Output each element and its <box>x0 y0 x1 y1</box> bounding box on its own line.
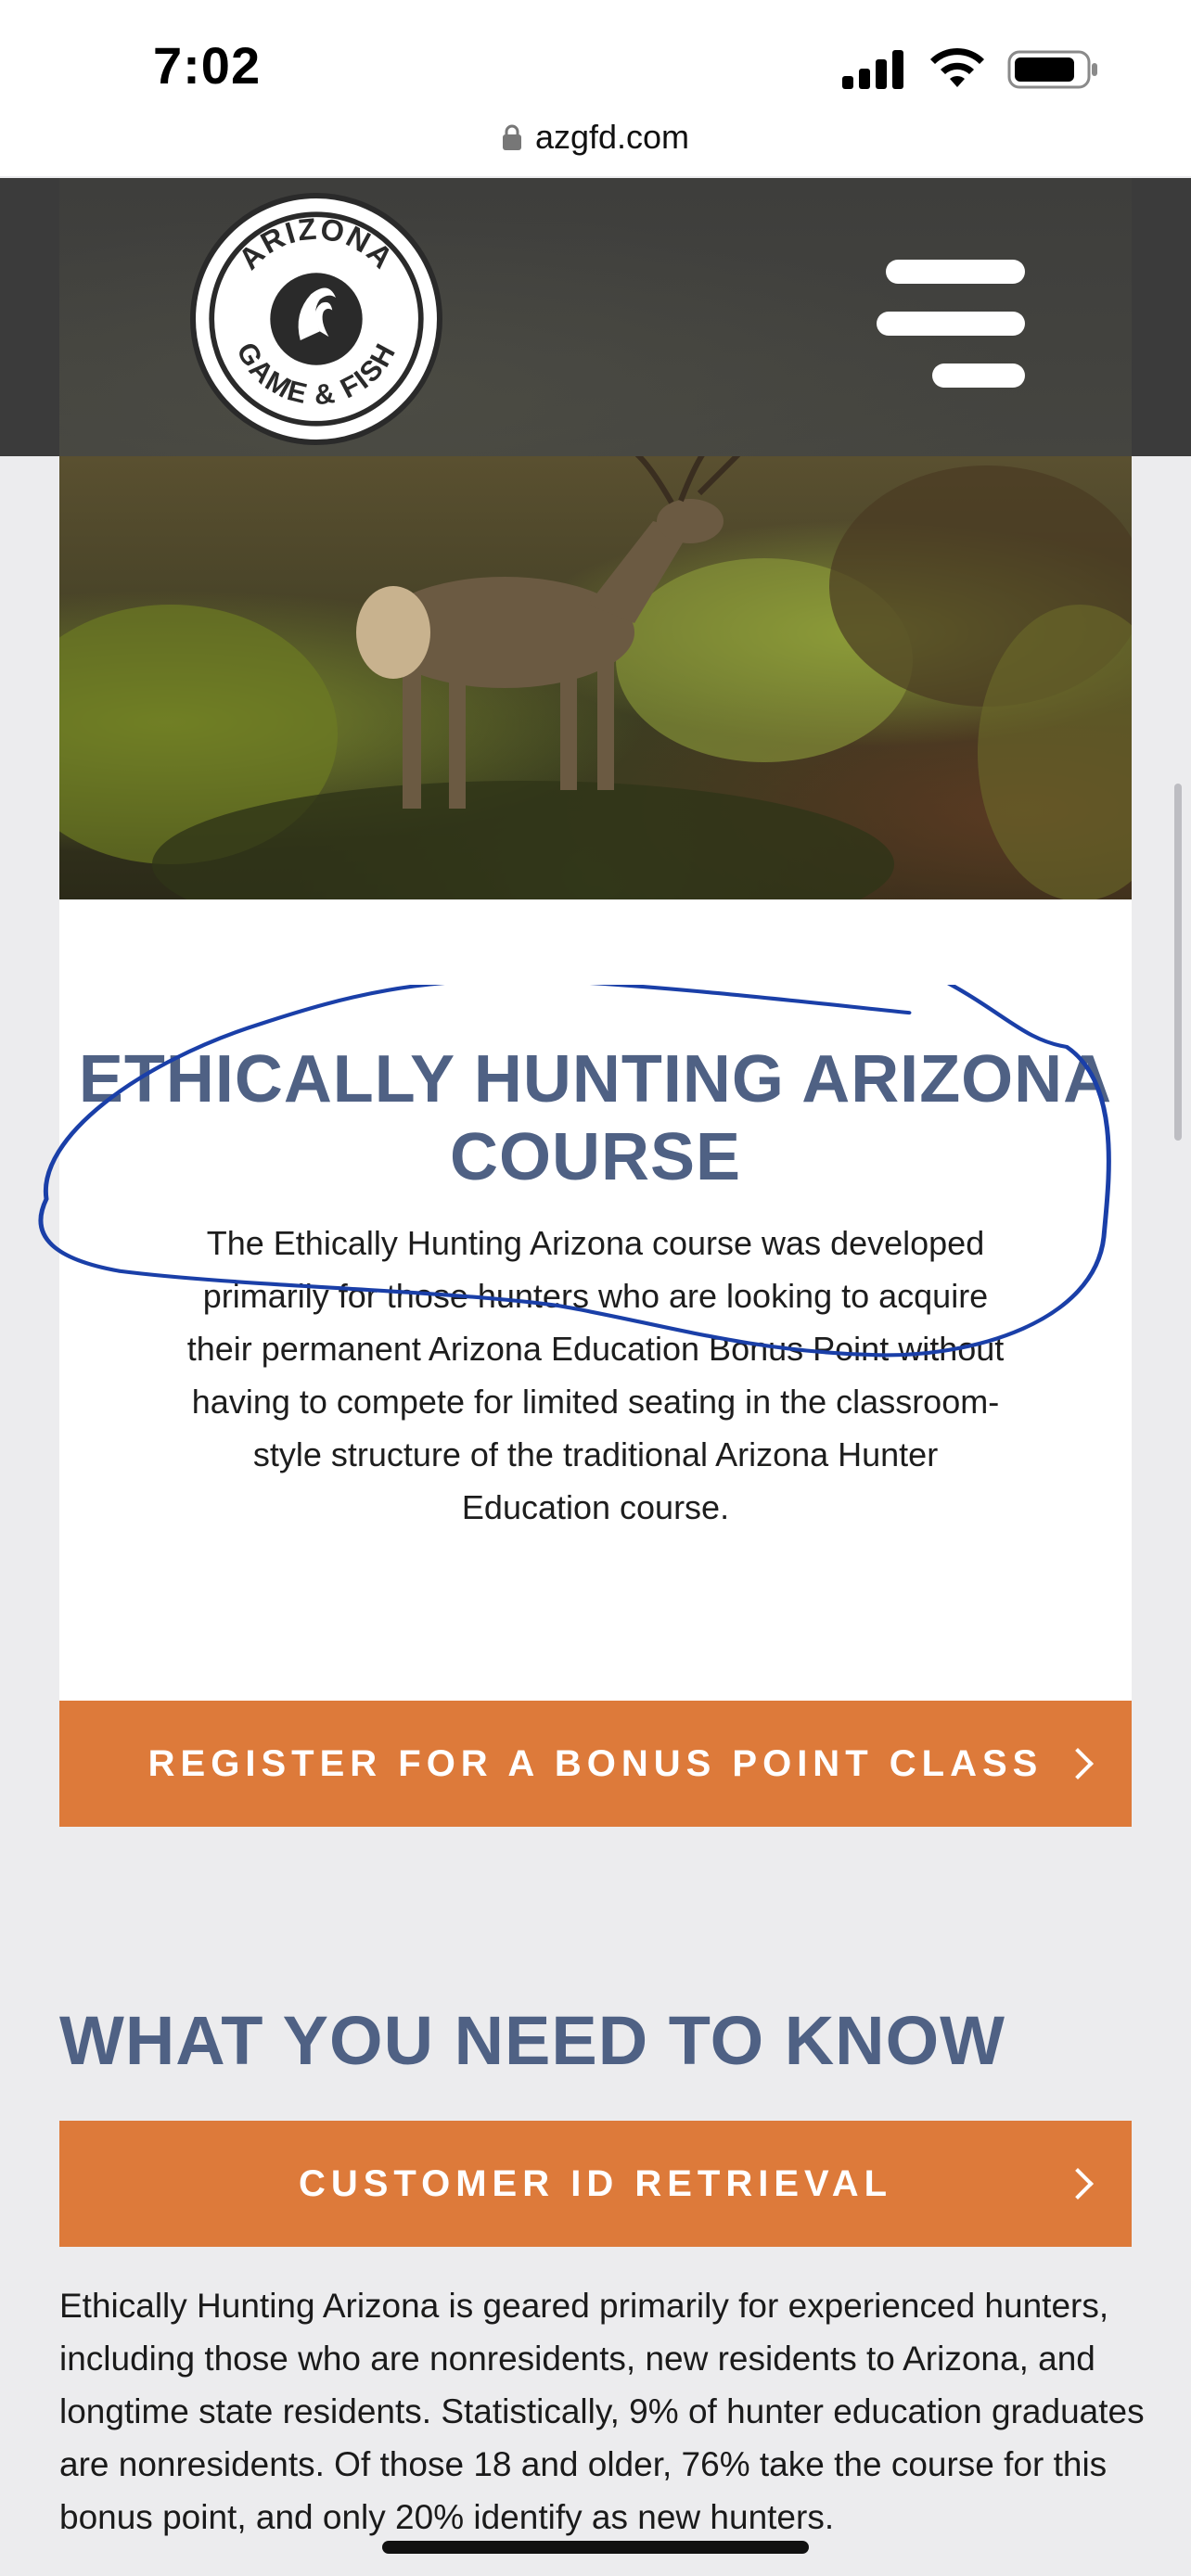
section-heading: WHAT YOU NEED TO KNOW <box>59 2002 1005 2079</box>
wifi-icon <box>930 47 984 87</box>
battery-icon <box>1007 50 1097 89</box>
home-indicator[interactable] <box>382 2541 809 2554</box>
register-bonus-point-button[interactable]: REGISTER FOR A BONUS POINT CLASS <box>59 1701 1132 1827</box>
chevron-right-icon <box>1062 2168 1094 2200</box>
signal-icon <box>842 48 905 89</box>
status-time: 7:02 <box>153 36 262 95</box>
course-title: ETHICALLY HUNTING ARIZONA COURSE <box>78 1042 1113 1194</box>
course-card: ETHICALLY HUNTING ARIZONA COURSE The Eth… <box>38 456 1132 1827</box>
customer-id-retrieval-button[interactable]: CUSTOMER ID RETRIEVAL <box>59 2121 1132 2247</box>
info-paragraph: Ethically Hunting Arizona is geared prim… <box>59 2287 1145 2536</box>
course-description: The Ethically Hunting Arizona course was… <box>186 1224 1005 1526</box>
scrollbar[interactable] <box>1174 784 1182 1141</box>
hero-deer-photo <box>59 456 1132 899</box>
url-text: azgfd.com <box>534 118 690 156</box>
hamburger-menu-icon[interactable] <box>877 260 1025 389</box>
status-icons <box>842 46 1102 93</box>
address-bar[interactable]: azgfd.com <box>0 109 1191 165</box>
chevron-right-icon <box>1062 1748 1094 1779</box>
arizona-game-fish-logo[interactable]: ARIZONA GAME & FISH <box>190 193 442 445</box>
register-button-label: REGISTER FOR A BONUS POINT CLASS <box>147 1742 1044 1784</box>
customer-id-button-label: CUSTOMER ID RETRIEVAL <box>298 2162 893 2204</box>
lock-icon <box>502 124 521 150</box>
site-header: ARIZONA GAME & FISH <box>0 178 1191 456</box>
